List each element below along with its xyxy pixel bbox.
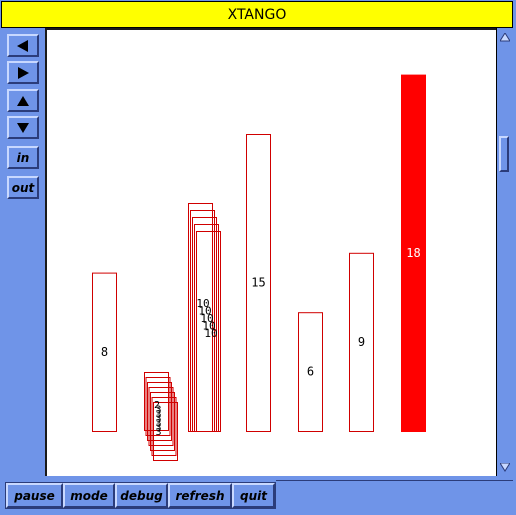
pan-right-button[interactable] (7, 61, 39, 84)
triangle-up-icon (500, 32, 510, 41)
arrow-down-icon (17, 122, 29, 133)
navigation-panel: in out (0, 28, 45, 476)
zoom-out-label: out (11, 180, 35, 195)
animation-svg: 815691823333331010101010 (92, 74, 426, 461)
arrow-up-icon (17, 95, 29, 106)
pan-up-button[interactable] (7, 89, 39, 112)
control-button-group: pause mode debug refresh quit (5, 482, 276, 509)
xtango-window: XTANGO in out 8 15 6 9 18 2 3 3 3 3 3 3 10 10 10 10 10 (0, 0, 516, 515)
zoom-in-label: in (16, 150, 30, 165)
bar-label: 6 (307, 365, 314, 379)
scrollbar-thumb[interactable] (499, 136, 509, 172)
triangle-down-icon (500, 462, 510, 472)
pan-down-button[interactable] (7, 116, 39, 139)
pause-button[interactable]: pause (6, 483, 63, 508)
scroll-down-arrow[interactable] (498, 460, 512, 474)
bar-label: 9 (358, 335, 365, 349)
window-title: XTANGO (1, 1, 513, 28)
bar-label: 8 (101, 345, 108, 359)
control-bar: pause mode debug refresh quit (0, 477, 516, 515)
bar-label: 15 (251, 276, 265, 290)
zoom-in-button[interactable]: in (7, 146, 39, 169)
scroll-up-arrow[interactable] (498, 30, 512, 44)
small-stack-label: 3 (155, 427, 161, 438)
tall-stack-label: 10 (204, 327, 217, 340)
refresh-button[interactable]: refresh (168, 483, 232, 508)
vertical-scrollbar[interactable] (496, 28, 513, 476)
bar-label: 18 (406, 246, 420, 260)
arrow-right-icon (18, 66, 29, 79)
mode-button[interactable]: mode (63, 483, 115, 508)
debug-button[interactable]: debug (115, 483, 168, 508)
quit-button[interactable]: quit (232, 483, 275, 508)
animation-canvas: 8 15 6 9 18 2 3 3 3 3 3 3 10 10 10 10 10 (45, 28, 496, 476)
arrow-left-icon (17, 39, 28, 52)
pan-left-button[interactable] (7, 34, 39, 57)
control-bar-filler (276, 480, 513, 513)
zoom-out-button[interactable]: out (7, 176, 39, 199)
